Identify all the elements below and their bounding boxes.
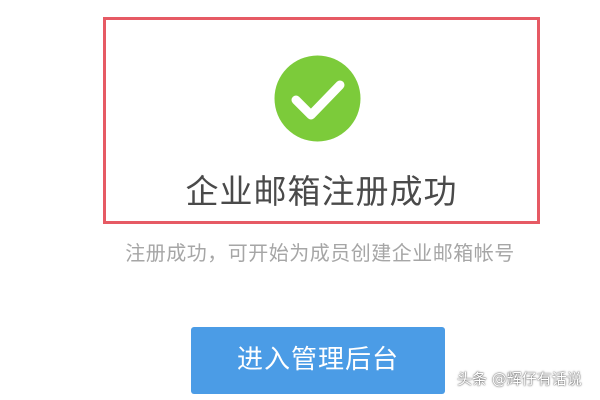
success-title: 企业邮箱注册成功 <box>185 172 458 211</box>
check-circle-icon <box>274 55 361 142</box>
enter-admin-button[interactable]: 进入管理后台 <box>191 327 445 394</box>
watermark: 头条 @辉仔有话说 <box>457 370 582 388</box>
success-subtitle: 注册成功，可开始为成员创建企业邮箱帐号 <box>125 241 515 265</box>
registration-success-page: 企业邮箱注册成功 注册成功，可开始为成员创建企业邮箱帐号 进入管理后台 头条 @… <box>0 0 600 400</box>
